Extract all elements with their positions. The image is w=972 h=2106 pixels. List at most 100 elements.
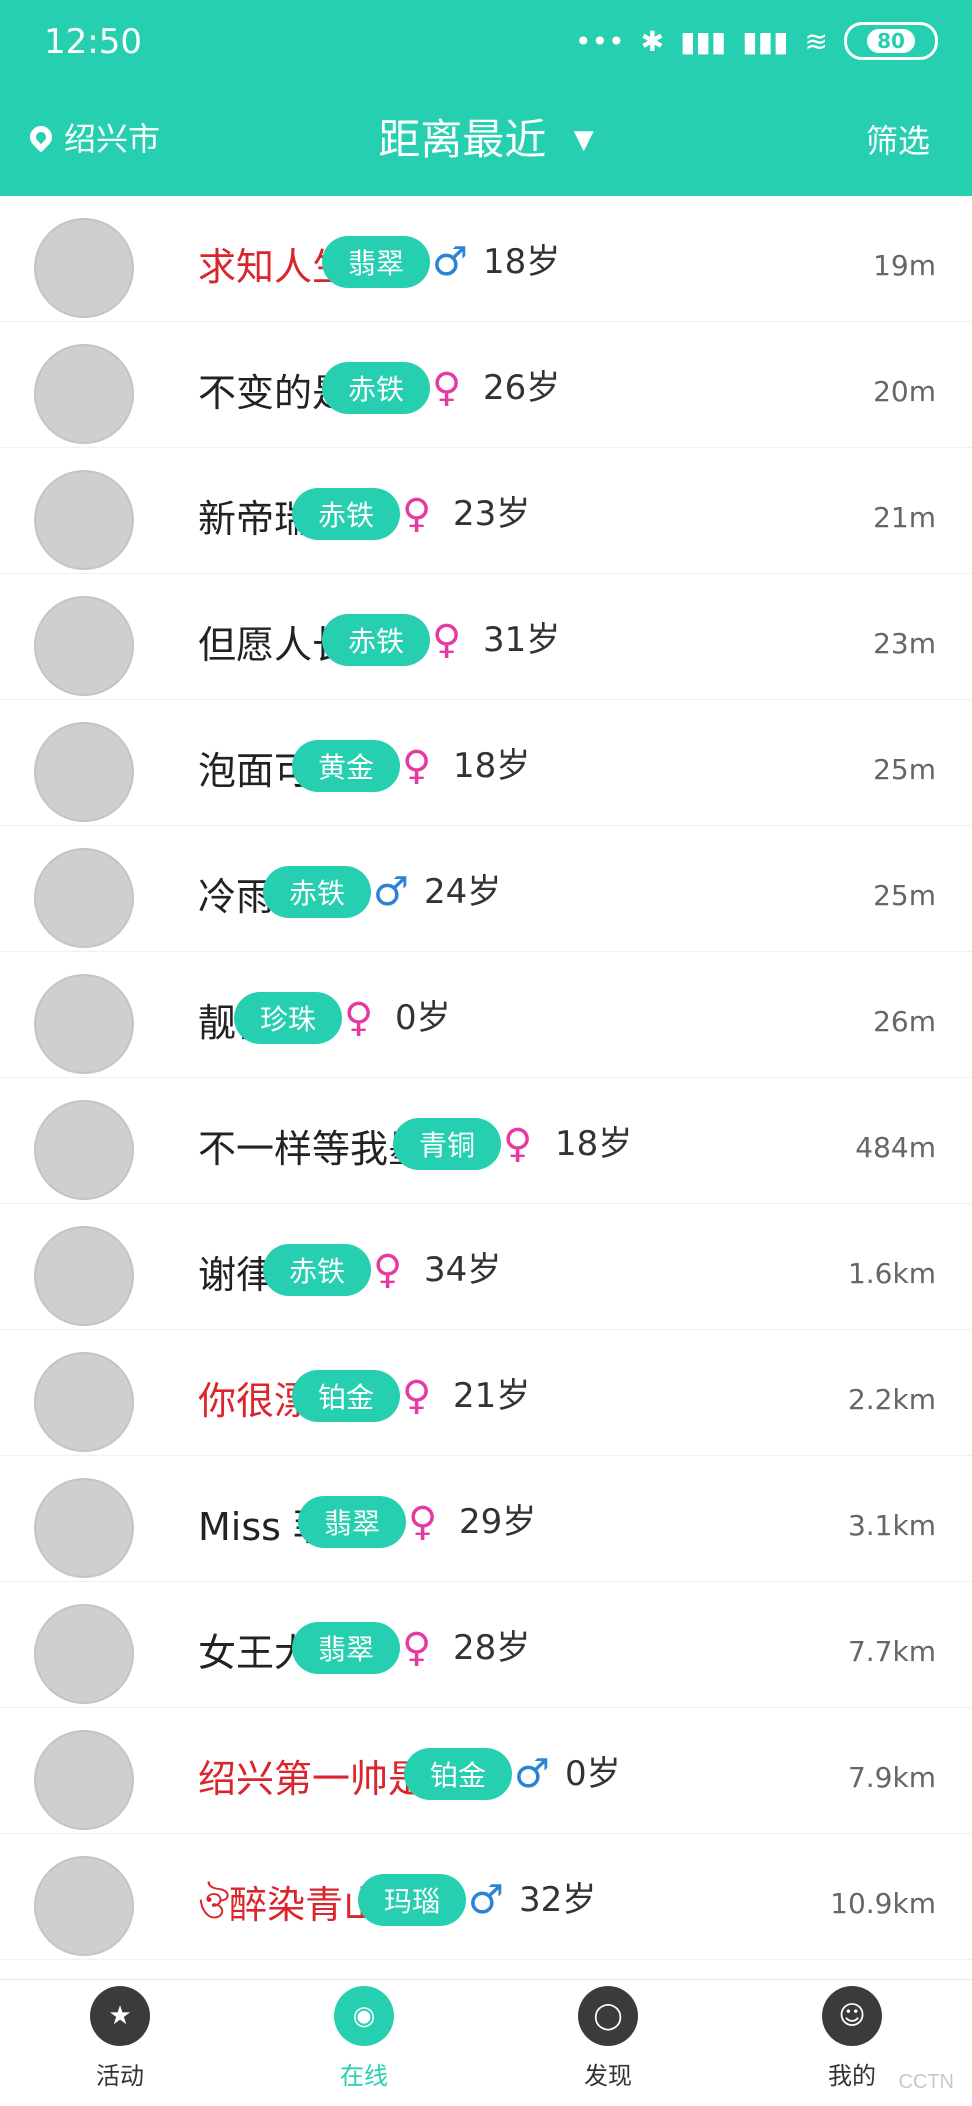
app-screen: 12:50 ••• ✱ ▮▮▮ ▮▮▮ ≋ 80 绍兴市 距离最近 ▼ 筛选 求… (0, 0, 972, 2106)
avatar[interactable] (34, 1856, 134, 1956)
sort-selector[interactable]: 距离最近 ▼ (0, 106, 972, 167)
avatar[interactable] (34, 848, 134, 948)
location-pin-icon: ◉ (334, 1986, 394, 2046)
user-age: 32岁 (519, 1880, 597, 1920)
sort-title: 距离最近 (378, 115, 547, 164)
user-distance: 2.2km (847, 1383, 936, 1416)
level-badge: 赤铁 (322, 362, 431, 414)
user-age: 31岁 (483, 620, 561, 660)
watermark: CCTN (898, 2071, 954, 2093)
battery-level: 80 (867, 29, 915, 53)
user-age: 18岁 (555, 1124, 633, 1164)
avatar[interactable] (34, 1604, 134, 1704)
user-age: 34岁 (424, 1250, 502, 1290)
level-badge: 赤铁 (263, 1244, 372, 1296)
avatar[interactable] (34, 1352, 134, 1452)
user-row[interactable]: 女王大人 翡翠 ♀ 28岁 7.7km (0, 1582, 972, 1708)
avatar[interactable] (34, 1478, 134, 1578)
male-icon: ♂ (373, 869, 409, 915)
user-age: 18岁 (453, 746, 531, 786)
star-box-icon: ★ (90, 1986, 150, 2046)
level-badge: 玛瑙 (358, 1874, 467, 1926)
user-row[interactable]: ঔ醉染青山ঔ 玛瑙 ♂ 32岁 10.9km (0, 1834, 972, 1960)
female-icon: ♀ (402, 1625, 432, 1671)
avatar[interactable] (34, 344, 134, 444)
male-icon: ♂ (432, 239, 468, 285)
tab-label: 活动 (96, 2062, 144, 2090)
bottom-nav: ★ 活动 ◉ 在线 ◯ 发现 ☺ 我的 CCTN (0, 1979, 972, 2106)
tab-label: 我的 (828, 2062, 876, 2090)
user-row[interactable]: 求知人生鱼 翡翠 ♂ 18岁 19m (0, 196, 972, 322)
user-distance: 21m (873, 501, 936, 534)
male-icon: ♂ (468, 1877, 504, 1923)
user-row[interactable]: 新帝瑞拉 赤铁 ♀ 23岁 21m (0, 448, 972, 574)
user-row[interactable]: 不一样等我墨... 青铜 ♀ 18岁 484m (0, 1078, 972, 1204)
signal-bars-icon: ▮▮▮ (680, 24, 727, 58)
user-row[interactable] (0, 1960, 972, 1980)
user-distance: 20m (873, 375, 936, 408)
level-badge: 赤铁 (263, 866, 372, 918)
level-badge: 翡翠 (292, 1622, 401, 1674)
user-age: 0岁 (395, 998, 451, 1038)
avatar[interactable] (34, 722, 134, 822)
avatar[interactable] (34, 1226, 134, 1326)
user-distance: 26m (873, 1005, 936, 1038)
tab-label: 在线 (340, 2062, 388, 2090)
tab-label: 发现 (584, 2062, 632, 2090)
status-time: 12:50 (44, 22, 142, 62)
user-distance: 7.7km (847, 1635, 936, 1668)
female-icon: ♀ (432, 617, 462, 663)
user-row[interactable]: 你很漂亮 铂金 ♀ 21岁 2.2km (0, 1330, 972, 1456)
avatar[interactable] (34, 1100, 134, 1200)
tab-online[interactable]: ◉ 在线 (284, 1986, 444, 2106)
level-badge: 翡翠 (322, 236, 431, 288)
user-row[interactable]: 绍兴第一帅是我... 铂金 ♂ 0岁 7.9km (0, 1708, 972, 1834)
level-badge: 黄金 (292, 740, 401, 792)
battery-icon: 80 (844, 22, 938, 60)
avatar[interactable] (34, 218, 134, 318)
user-distance: 23m (873, 627, 936, 660)
level-badge: 赤铁 (292, 488, 401, 540)
level-badge: 翡翠 (298, 1496, 407, 1548)
female-icon: ♀ (373, 1247, 403, 1293)
level-badge: 铂金 (292, 1370, 401, 1422)
avatar[interactable] (34, 596, 134, 696)
filter-button[interactable]: 筛选 (866, 116, 930, 162)
user-row[interactable]: 但愿人长久 赤铁 ♀ 31岁 23m (0, 574, 972, 700)
female-icon: ♀ (402, 743, 432, 789)
level-badge: 赤铁 (322, 614, 431, 666)
tab-discover[interactable]: ◯ 发现 (528, 1986, 688, 2106)
user-distance: 25m (873, 753, 936, 786)
avatar[interactable] (34, 974, 134, 1074)
user-distance: 3.1km (847, 1509, 936, 1542)
user-row[interactable]: 泡面可爱 黄金 ♀ 18岁 25m (0, 700, 972, 826)
user-age: 23岁 (453, 494, 531, 534)
user-row[interactable]: 不变的是你 赤铁 ♀ 26岁 20m (0, 322, 972, 448)
user-age: 18岁 (483, 242, 561, 282)
top-header: 12:50 ••• ✱ ▮▮▮ ▮▮▮ ≋ 80 绍兴市 距离最近 ▼ 筛选 (0, 0, 972, 196)
tab-activity[interactable]: ★ 活动 (40, 1986, 200, 2106)
user-row[interactable]: 冷雨夜 赤铁 ♂ 24岁 25m (0, 826, 972, 952)
user-age: 0岁 (565, 1754, 621, 1794)
user-age: 29岁 (459, 1502, 537, 1542)
wifi-icon: ≋ (804, 24, 828, 58)
signal-bars-icon: ▮▮▮ (742, 24, 789, 58)
user-distance: 484m (855, 1131, 936, 1164)
planet-icon: ◯ (578, 1986, 638, 2046)
user-row[interactable]: 靓仔珍珠♀0岁26m (0, 952, 972, 1078)
user-row[interactable]: Miss 菲。 翡翠 ♀ 29岁 3.1km (0, 1456, 972, 1582)
user-age: 21岁 (453, 1376, 531, 1416)
avatar[interactable] (34, 470, 134, 570)
avatar[interactable] (34, 1730, 134, 1830)
user-distance: 10.9km (830, 1887, 936, 1920)
user-distance: 7.9km (847, 1761, 936, 1794)
user-distance: 19m (873, 249, 936, 282)
signal-dots-icon: ••• (575, 24, 625, 58)
user-age: 26岁 (483, 368, 561, 408)
user-row[interactable]: 谢律师 赤铁 ♀ 34岁 1.6km (0, 1204, 972, 1330)
male-icon: ♂ (514, 1751, 550, 1797)
chevron-down-icon: ▼ (573, 125, 594, 155)
profile-icon: ☺ (822, 1986, 882, 2046)
female-icon: ♀ (432, 365, 462, 411)
user-list: 求知人生鱼 翡翠 ♂ 18岁 19m 不变的是你 赤铁 ♀ 26岁 20m 新帝瑞拉 赤铁 ♀ 23岁 21… (0, 196, 972, 1980)
